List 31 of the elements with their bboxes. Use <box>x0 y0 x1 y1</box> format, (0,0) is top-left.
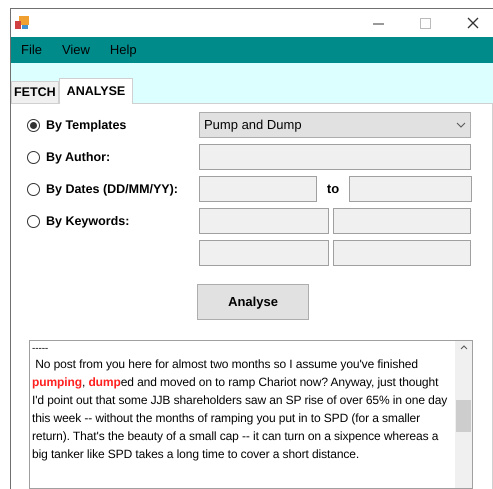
input-field[interactable] <box>199 144 471 170</box>
scroll-up-icon[interactable] <box>460 345 468 350</box>
post-text: No post from you here for almost two months so I assume you've finished pumping, dumped and moved on to ramp Chariot now? Anyway, just thought I'd point out that some JJB shareholders saw an SP rise of over 65% in one day this week -- without the months of ramping you put in to SPD (for a smaller return). That's the beauty of a small cap -- it can turn on a sixpence whereas a big tanker like SPD takes a long time to cover a short distance. <box>32 356 448 463</box>
option-label: By Templates <box>46 116 126 134</box>
to-label: to <box>326 180 340 198</box>
tab[interactable]: FETCH <box>11 81 59 103</box>
input-field[interactable] <box>199 176 317 202</box>
analyse-button[interactable]: Analyse <box>197 284 309 320</box>
app-icon <box>15 16 29 30</box>
menu-item[interactable]: View <box>62 40 90 60</box>
radio-button[interactable] <box>27 214 40 228</box>
radio-button[interactable] <box>27 118 40 132</box>
chevron-down-icon <box>456 122 466 128</box>
option-label: By Dates (DD/MM/YY): <box>46 180 178 198</box>
option-label: By Keywords: <box>46 212 130 230</box>
input-field[interactable] <box>349 176 472 202</box>
template-dropdown[interactable]: Pump and Dump <box>199 112 471 138</box>
scroll-thumb[interactable] <box>456 400 471 432</box>
separator-text: ----- <box>32 343 50 355</box>
menu-item[interactable]: File <box>21 40 42 60</box>
radio-button[interactable] <box>27 150 40 164</box>
radio-button[interactable] <box>27 182 40 196</box>
input-field[interactable] <box>199 240 329 266</box>
maximize-icon[interactable] <box>420 18 431 28</box>
menu-item[interactable]: Help <box>110 40 137 60</box>
input-field[interactable] <box>199 208 329 234</box>
tab[interactable]: ANALYSE <box>58 78 134 104</box>
input-field[interactable] <box>333 240 471 266</box>
input-field[interactable] <box>333 208 471 234</box>
close-icon[interactable] <box>467 17 479 29</box>
option-label: By Author: <box>46 148 110 166</box>
